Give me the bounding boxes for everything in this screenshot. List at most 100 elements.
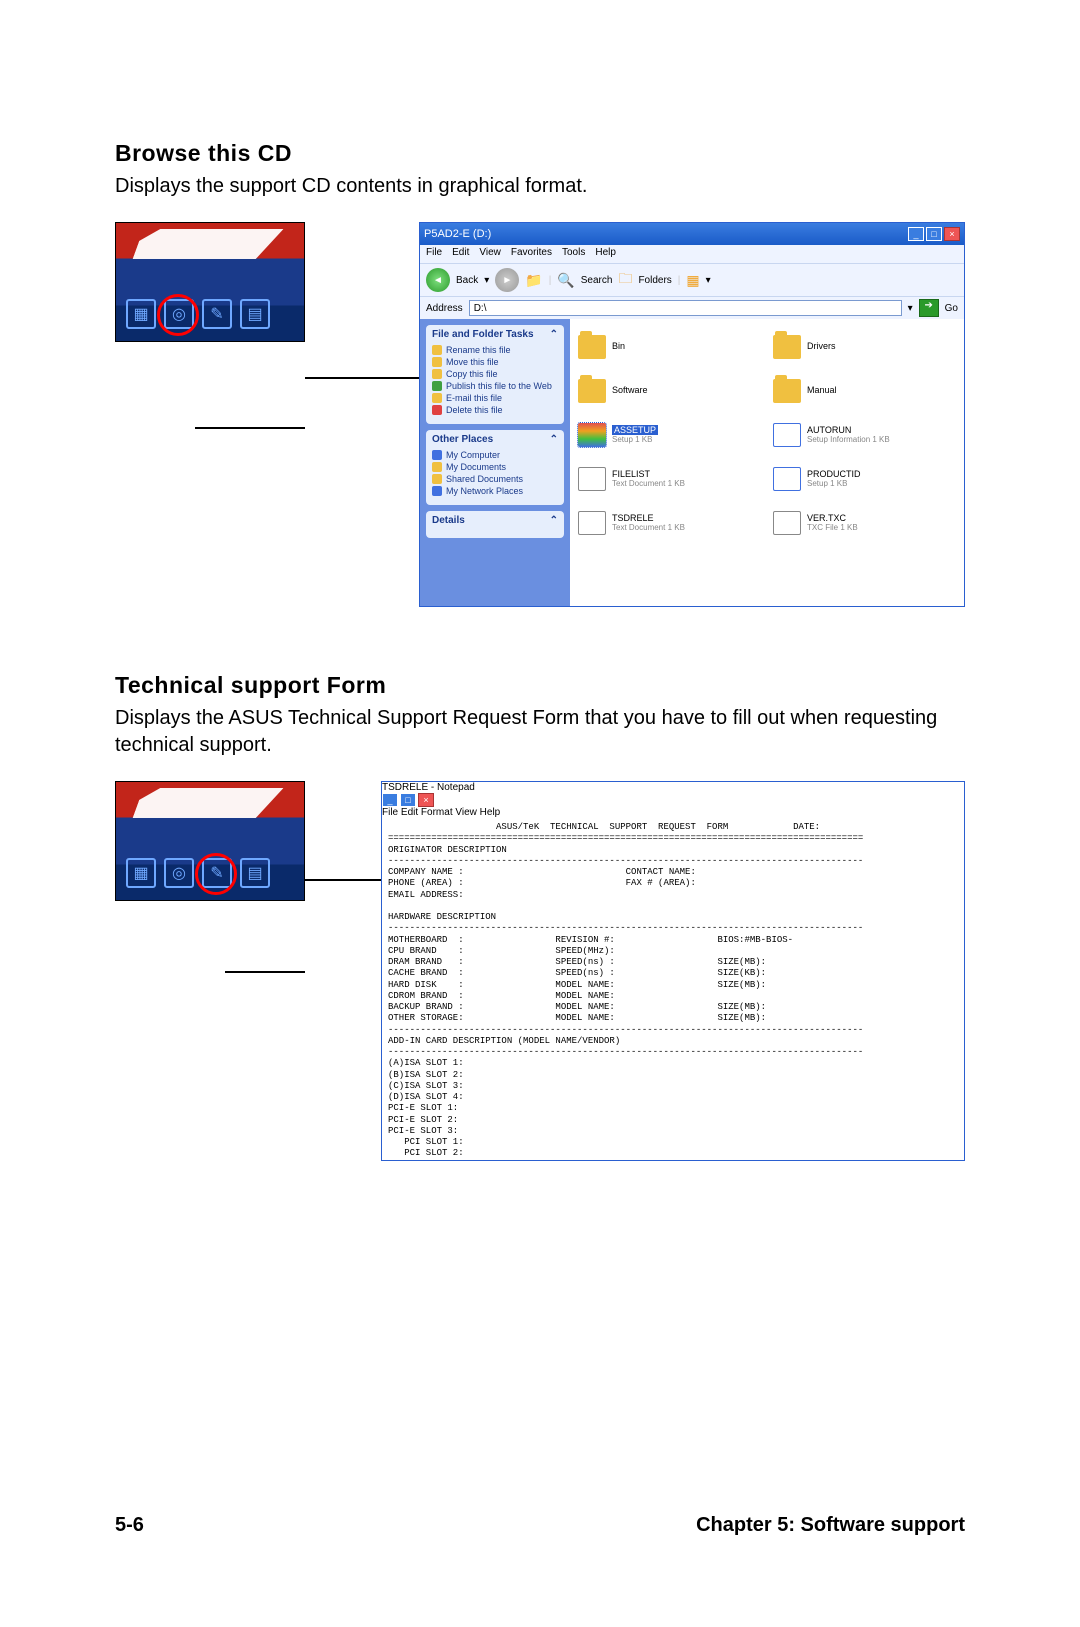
sidebar-task-item[interactable]: Shared Documents bbox=[432, 473, 558, 485]
menu-item[interactable]: Edit bbox=[401, 807, 418, 818]
menu-item[interactable]: File bbox=[382, 807, 398, 818]
chapter-label: Chapter 5: Software support bbox=[696, 1514, 965, 1537]
folder-icon bbox=[578, 335, 606, 359]
address-label: Address bbox=[426, 303, 463, 314]
connector-line bbox=[195, 427, 305, 429]
menu-item[interactable]: Help bbox=[595, 247, 616, 261]
close-button[interactable]: × bbox=[418, 793, 434, 807]
search-label: Search bbox=[581, 275, 613, 286]
file-item[interactable]: FILELISTText Document 1 KB bbox=[578, 459, 761, 499]
notepad-title: TSDRELE - Notepad bbox=[382, 782, 475, 793]
file-label: VER.TXCTXC File 1 KB bbox=[807, 514, 858, 533]
folders-label: Folders bbox=[638, 275, 671, 286]
forward-button[interactable]: ► bbox=[495, 268, 519, 292]
notepad-menubar: File Edit Format View Help bbox=[382, 807, 964, 818]
page-footer: 5-6 Chapter 5: Software support bbox=[115, 1514, 965, 1537]
explorer-sidebar: File and Folder Tasks⌃ Rename this fileMo… bbox=[420, 319, 570, 606]
thumb-icon-row: ▦ ◎ ✎ ▤ bbox=[126, 299, 270, 329]
explorer-titlebar: P5AD2-E (D:) _ □ × bbox=[420, 223, 964, 245]
sidebar-task-item[interactable]: Publish this file to the Web bbox=[432, 380, 558, 392]
file-item[interactable]: Software bbox=[578, 371, 761, 411]
thumb-icon: ▤ bbox=[240, 299, 270, 329]
minimize-button[interactable]: _ bbox=[382, 793, 398, 807]
menu-item[interactable]: Favorites bbox=[511, 247, 552, 261]
go-button[interactable]: ➔ bbox=[919, 299, 939, 317]
menu-item[interactable]: Format bbox=[421, 807, 453, 818]
maximize-button[interactable]: □ bbox=[400, 793, 416, 807]
file-item[interactable]: Bin bbox=[578, 327, 761, 367]
sidebar-task-item[interactable]: Delete this file bbox=[432, 404, 558, 416]
exe-icon bbox=[578, 423, 606, 447]
sidebar-task-item[interactable]: Copy this file bbox=[432, 368, 558, 380]
sidebar-task-item[interactable]: My Network Places bbox=[432, 485, 558, 497]
explorer-window: P5AD2-E (D:) _ □ × File Edit View Favori… bbox=[419, 222, 965, 607]
ini-icon bbox=[773, 423, 801, 447]
asus-menu-thumb: ▦ ◎ ✎ ▤ bbox=[115, 781, 305, 901]
file-item[interactable]: Drivers bbox=[773, 327, 956, 367]
ini-icon bbox=[773, 467, 801, 491]
file-label: Drivers bbox=[807, 342, 836, 352]
connector-line bbox=[305, 879, 381, 881]
address-input[interactable] bbox=[469, 300, 902, 316]
minimize-button[interactable]: _ bbox=[908, 227, 924, 241]
thumb-icon: ▦ bbox=[126, 858, 156, 888]
menu-item[interactable]: Help bbox=[480, 807, 501, 818]
file-item[interactable]: Manual bbox=[773, 371, 956, 411]
back-button[interactable]: ◄ bbox=[426, 268, 450, 292]
menu-item[interactable]: Tools bbox=[562, 247, 585, 261]
thumb-icon-row: ▦ ◎ ✎ ▤ bbox=[126, 858, 270, 888]
connector-line bbox=[305, 377, 419, 379]
up-icon[interactable]: 📁 bbox=[525, 272, 542, 289]
views-icon[interactable]: ▦ bbox=[686, 272, 699, 289]
connector-line bbox=[225, 971, 305, 973]
sidebar-task-item[interactable]: My Computer bbox=[432, 449, 558, 461]
maximize-button[interactable]: □ bbox=[926, 227, 942, 241]
sidebar-panel: File and Folder Tasks⌃ Rename this fileMo… bbox=[426, 325, 564, 424]
sidebar-panel: Other Places⌃ My ComputerMy DocumentsShar… bbox=[426, 430, 564, 505]
thumb-icon: ✎ bbox=[202, 858, 232, 888]
back-label: Back bbox=[456, 275, 478, 286]
page-number: 5-6 bbox=[115, 1514, 144, 1537]
file-item[interactable]: TSDRELEText Document 1 KB bbox=[578, 503, 761, 543]
sidebar-panel-title[interactable]: Other Places⌃ bbox=[432, 434, 558, 445]
menu-item[interactable]: File bbox=[426, 247, 442, 261]
txt-icon bbox=[578, 467, 606, 491]
thumb-icon: ✎ bbox=[202, 299, 232, 329]
asus-menu-thumb: ▦ ◎ ✎ ▤ bbox=[115, 222, 305, 342]
search-icon[interactable]: 🔍 bbox=[557, 272, 574, 289]
sidebar-panel-title[interactable]: Details⌃ bbox=[432, 515, 558, 526]
sidebar-task-item[interactable]: E-mail this file bbox=[432, 392, 558, 404]
file-label: ASSETUPSetup 1 KB bbox=[612, 426, 658, 445]
menu-item[interactable]: View bbox=[479, 247, 501, 261]
file-label: Software bbox=[612, 386, 648, 396]
sidebar-task-item[interactable]: Rename this file bbox=[432, 344, 558, 356]
sidebar-task-item[interactable]: My Documents bbox=[432, 461, 558, 473]
section1-heading: Browse this CD bbox=[115, 140, 965, 167]
file-item[interactable]: VER.TXCTXC File 1 KB bbox=[773, 503, 956, 543]
sidebar-task-item[interactable]: Move this file bbox=[432, 356, 558, 368]
explorer-toolbar: ◄ Back ▾ ► 📁 | 🔍 Search 🗀 Folders | ▦▾ bbox=[420, 263, 964, 297]
file-label: Bin bbox=[612, 342, 625, 352]
sidebar-panel-title[interactable]: File and Folder Tasks⌃ bbox=[432, 329, 558, 340]
explorer-menubar: File Edit View Favorites Tools Help bbox=[420, 245, 964, 263]
notepad-titlebar: TSDRELE - Notepad _ □ × bbox=[382, 782, 964, 807]
section1-text: Displays the support CD contents in grap… bbox=[115, 173, 965, 200]
file-label: Manual bbox=[807, 386, 837, 396]
file-label: FILELISTText Document 1 KB bbox=[612, 470, 685, 489]
folder-icon bbox=[578, 379, 606, 403]
file-label: AUTORUNSetup Information 1 KB bbox=[807, 426, 890, 445]
menu-item[interactable]: View bbox=[455, 807, 477, 818]
asus-logo bbox=[133, 788, 284, 818]
file-item[interactable]: ASSETUPSetup 1 KB bbox=[578, 415, 761, 455]
notepad-content[interactable]: ASUS/TeK TECHNICAL SUPPORT REQUEST FORM … bbox=[382, 818, 964, 1160]
file-item[interactable]: AUTORUNSetup Information 1 KB bbox=[773, 415, 956, 455]
go-label: Go bbox=[945, 303, 958, 314]
menu-item[interactable]: Edit bbox=[452, 247, 469, 261]
close-button[interactable]: × bbox=[944, 227, 960, 241]
section1-figure: ▦ ◎ ✎ ▤ P5AD2-E (D:) _ □ × File Edit Vie… bbox=[115, 222, 965, 612]
explorer-file-pane: Bin Drivers Software Manual ASSETUPSetup 1 K… bbox=[570, 319, 964, 606]
folders-icon[interactable]: 🗀 bbox=[618, 268, 632, 292]
file-item[interactable]: PRODUCTIDSetup 1 KB bbox=[773, 459, 956, 499]
section2-figure: ▦ ◎ ✎ ▤ TSDRELE - Notepad _ □ × File Edi… bbox=[115, 781, 965, 1171]
explorer-title: P5AD2-E (D:) bbox=[424, 228, 491, 240]
